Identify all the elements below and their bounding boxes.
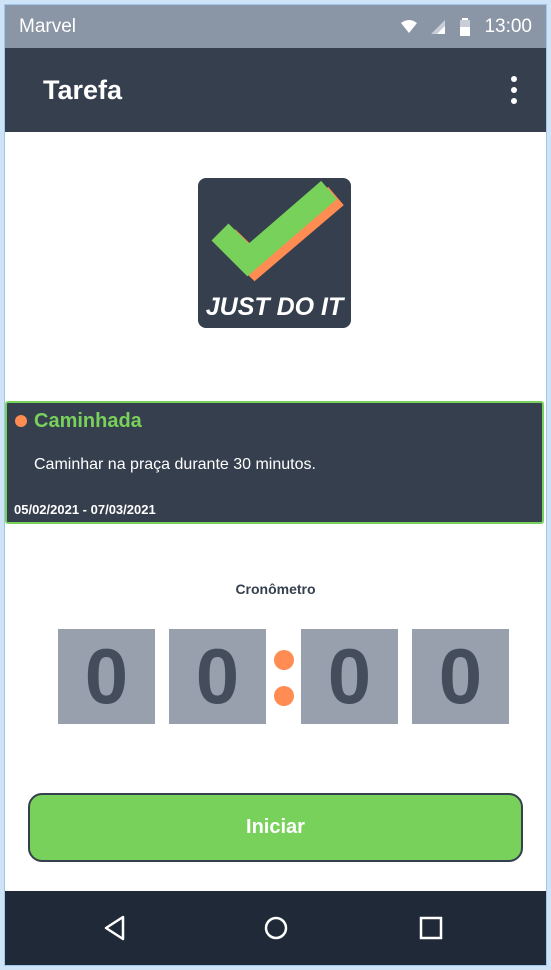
task-title: Caminhada <box>34 410 142 432</box>
wifi-icon <box>401 19 418 33</box>
start-button[interactable]: Iniciar <box>28 793 523 862</box>
status-right: 13:00 <box>400 16 532 38</box>
timer-digit-minutes-ones: 0 <box>169 629 266 724</box>
task-description: Caminhar na praça durante 30 minutos. <box>34 456 316 473</box>
timer-digit-seconds-tens: 0 <box>301 629 398 724</box>
phone-screen: Marvel 13:00 Tarefa JUST DO IT Caminhada… <box>4 4 547 966</box>
menu-dot <box>511 87 517 93</box>
logo-text: JUST DO IT <box>205 293 344 321</box>
nav-bar <box>5 891 546 965</box>
timer-digit-seconds-ones: 0 <box>412 629 509 724</box>
timer-colon-dot <box>274 686 294 706</box>
app-bar: Tarefa <box>5 48 546 132</box>
carrier-name: Marvel <box>19 15 77 37</box>
status-time: 13:00 <box>484 15 532 37</box>
more-vert-icon[interactable] <box>510 76 518 104</box>
task-dates: 05/02/2021 - 07/03/2021 <box>14 502 156 517</box>
status-dot <box>15 415 27 427</box>
home-icon[interactable] <box>262 914 290 942</box>
page-title: Tarefa <box>43 74 123 105</box>
task-card[interactable]: Caminhada Caminhar na praça durante 30 m… <box>5 401 544 524</box>
recents-icon[interactable] <box>417 914 445 942</box>
status-bar: Marvel 13:00 <box>5 5 546 48</box>
menu-dot <box>511 98 517 104</box>
just-do-it-logo: JUST DO IT <box>198 178 351 328</box>
signal-icon <box>431 19 446 34</box>
timer-label: Cronômetro <box>235 581 316 597</box>
back-icon[interactable] <box>101 914 129 942</box>
menu-dot <box>511 76 517 82</box>
battery-icon <box>460 17 471 36</box>
timer-digit-minutes-tens: 0 <box>58 629 155 724</box>
timer-colon-dot <box>274 650 294 670</box>
checkmark-icon <box>211 180 344 282</box>
